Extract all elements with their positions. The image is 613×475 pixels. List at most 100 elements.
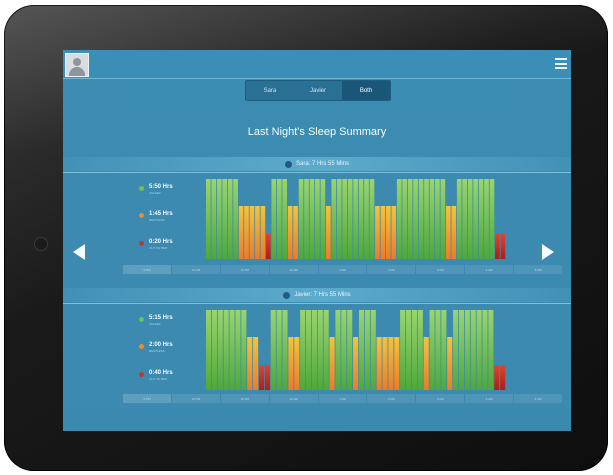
sleep-bar-asleep <box>311 310 317 390</box>
sleep-bar-asleep <box>331 179 337 259</box>
sleep-bar-restless <box>249 206 255 259</box>
sleep-bar-asleep <box>217 310 223 390</box>
sleep-bar-asleep <box>335 310 341 390</box>
sleep-bar-asleep <box>411 310 417 390</box>
sleep-bar-out <box>494 365 500 390</box>
sleep-bar-asleep <box>424 179 429 259</box>
axis-tick-label: 4 AM <box>465 265 515 274</box>
sleep-bar-restless <box>451 206 457 259</box>
sleep-bar-asleep <box>298 179 304 259</box>
sleep-bar-asleep <box>216 179 222 259</box>
sleep-bar-asleep <box>400 310 406 390</box>
sleep-bar-restless <box>375 206 380 259</box>
previous-arrow-icon[interactable] <box>73 244 85 260</box>
sleep-bar-asleep <box>223 310 229 390</box>
sleep-bar-asleep <box>315 179 320 259</box>
sleep-bar-restless <box>294 337 300 390</box>
sleep-bar-restless <box>238 206 244 259</box>
sleep-bar-asleep <box>347 310 353 390</box>
tab-both[interactable]: Both <box>342 81 390 100</box>
app-screen: Sara Javier Both Last Night's Sleep Summ… <box>63 50 571 431</box>
sleep-bar-asleep <box>435 179 440 259</box>
sleep-bar-restless <box>255 206 260 259</box>
person-dot-icon <box>284 160 292 168</box>
sleep-bar-asleep <box>271 179 277 259</box>
avatar-body-shape <box>69 67 85 76</box>
time-axis: 9 PM 10 PM 11 PM 12 AM 1 AM 2 AM 3 AM 4 AM 5 AM <box>123 265 564 274</box>
sleep-bar-asleep <box>458 310 465 390</box>
sleep-bar-restless <box>388 337 394 390</box>
sleep-bar-restless <box>394 337 400 390</box>
axis-tick-label: 2 AM <box>367 265 417 274</box>
sleep-bar-asleep <box>341 310 347 390</box>
sleep-bar-asleep <box>476 310 482 390</box>
sleep-bar-asleep <box>323 310 329 390</box>
sleep-bar-asleep <box>358 310 365 390</box>
sleep-bar-out <box>266 234 271 259</box>
sleep-bar-restless <box>353 337 359 390</box>
sleep-bar-asleep <box>306 310 312 390</box>
sleep-bar-asleep <box>484 179 489 259</box>
sleeper-total-label: Javier: 7 Hrs 55 Mins <box>294 292 351 298</box>
sleep-bar-restless <box>447 337 453 390</box>
sleep-bar-asleep <box>276 310 282 390</box>
sleep-bar-asleep <box>407 179 413 259</box>
sleep-bar-out <box>500 365 506 390</box>
sleep-bar-out <box>264 365 270 390</box>
sleeper-total-label: Sara: 7 Hrs 55 Mins <box>295 161 350 167</box>
sleep-bar-asleep <box>369 179 375 259</box>
sleep-bar-asleep <box>441 310 447 390</box>
menu-icon-line <box>555 62 567 65</box>
tab-javier[interactable]: Javier <box>294 81 342 100</box>
sleep-bar-asleep <box>206 179 211 259</box>
sleep-bar-asleep <box>364 179 369 259</box>
axis-tick-label: 2 AM <box>367 394 417 403</box>
axis-tick-label: 4 AM <box>465 394 515 403</box>
axis-tick-label: 5 AM <box>514 394 564 403</box>
tab-sara[interactable]: Sara <box>246 81 294 100</box>
sleep-bar-asleep <box>440 179 446 259</box>
axis-tick-label: 3 AM <box>416 394 466 403</box>
sleep-bar-out <box>495 234 500 259</box>
sleep-bar-out <box>500 234 506 259</box>
sleep-bar-asleep <box>270 310 276 390</box>
top-bar <box>63 50 571 79</box>
sleep-bar-asleep <box>342 179 348 259</box>
sleeper-header-javier: Javier: 7 Hrs 55 Mins <box>63 288 571 302</box>
sleep-bar-restless <box>244 206 249 259</box>
sleep-bar-asleep <box>406 310 412 390</box>
sleep-bar-asleep <box>227 179 233 259</box>
sleep-bar-asleep <box>282 179 288 259</box>
sleep-bar-asleep <box>282 310 288 390</box>
axis-tick-label: 9 PM <box>123 265 172 274</box>
sleep-bar-asleep <box>364 310 370 390</box>
menu-icon[interactable] <box>555 58 567 69</box>
sleep-bar-asleep <box>304 179 309 259</box>
sleep-bar-asleep <box>488 310 494 390</box>
sleep-bar-restless <box>391 206 397 259</box>
sleep-bar-asleep <box>370 310 376 390</box>
sleep-bar-out <box>258 365 265 390</box>
person-tab-selector: Sara Javier Both <box>245 80 391 101</box>
page-title: Last Night's Sleep Summary <box>247 126 387 138</box>
time-axis: 9 PM 10 PM 11 PM 12 AM 1 AM 2 AM 3 AM 4 AM 5 AM <box>123 394 564 403</box>
menu-icon-line <box>555 58 567 60</box>
sleep-bar-asleep <box>211 310 217 390</box>
sleep-bar-asleep <box>336 179 342 259</box>
next-arrow-icon[interactable] <box>542 244 554 260</box>
sleep-panel-javier: 5:15 Hrs ASLEEP 2:00 Hrs RESTLESS 0:40 H… <box>63 303 571 410</box>
sleep-bar-restless <box>376 337 382 390</box>
sleep-bar-asleep <box>429 310 435 390</box>
sleep-timeline-chart-sara <box>206 179 506 259</box>
sleep-bar-restless <box>326 206 331 259</box>
avatar[interactable] <box>65 53 89 77</box>
sleep-bar-restless <box>386 206 391 259</box>
sleep-bar-asleep <box>402 179 408 259</box>
sleep-bar-asleep <box>206 310 212 390</box>
sleep-panel-sara: 5:50 Hrs ASLEEP 1:45 Hrs RESTLESS 0:20 H… <box>63 172 571 278</box>
sleep-bar-asleep <box>241 310 247 390</box>
sleep-bar-asleep <box>435 310 441 390</box>
sleep-bar-asleep <box>233 179 238 259</box>
sleep-bar-asleep <box>353 179 358 259</box>
home-button[interactable] <box>34 237 48 251</box>
